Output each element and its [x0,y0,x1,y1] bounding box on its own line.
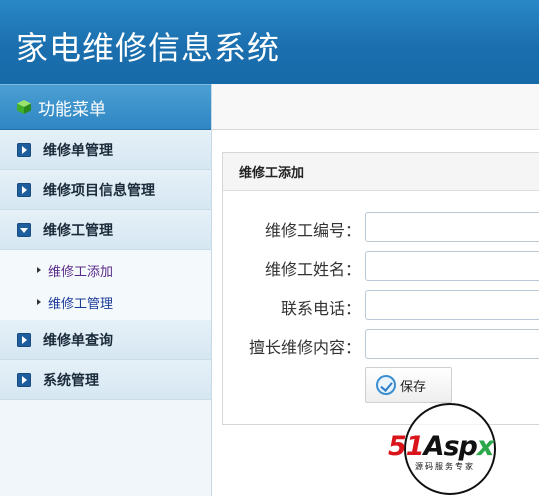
sidebar-item-repair-items[interactable]: 维修项目信息管理 [0,170,211,210]
form-row-phone: 联系电话： [223,290,539,320]
sidebar-item-repair-orders[interactable]: 维修单管理 [0,130,211,170]
field-label: 擅长维修内容： [248,338,361,357]
submenu-item-add-repairman[interactable]: 维修工添加 [0,254,211,286]
bullet-arrow-icon [37,267,41,273]
app-header: 家电维修信息系统 [0,0,539,84]
field-label: 联系电话： [280,299,361,318]
logo-text: 51Aspx [388,431,494,462]
form-row-name: 维修工姓名： [223,251,539,281]
submenu-item-label[interactable]: 维修工添加 [48,261,113,280]
sidebar-item-label: 维修单查询 [43,332,113,349]
sidebar-item-order-query[interactable]: 维修单查询 [0,320,211,360]
sidebar-item-label: 维修项目信息管理 [43,182,155,199]
check-icon [376,375,396,395]
app-title: 家电维修信息系统 [16,29,281,67]
save-button[interactable]: 保存 [365,367,452,403]
menu-header-label: 功能菜单 [38,99,106,120]
save-button-label: 保存 [400,379,427,395]
submenu-item-manage-repairmen[interactable]: 维修工管理 [0,286,211,318]
panel-header: 维修工添加 [223,153,539,191]
bullet-arrow-icon [37,299,41,305]
add-repairman-panel: 维修工添加 维修工编号： 维修工姓名： 联系电话： 擅长维修内容： 保存 [222,152,539,425]
expand-arrow-icon [17,142,31,157]
logo-tagline: 源码服务专家 [415,462,475,471]
form-row-specialty: 擅长维修内容： [223,329,539,359]
expand-arrow-icon [17,332,31,347]
panel-title: 维修工添加 [239,166,305,181]
sidebar-item-label: 维修单管理 [43,142,113,159]
expand-arrow-icon [17,182,31,197]
sidebar-item-repairmen[interactable]: 维修工管理 [0,210,211,250]
form-row-id: 维修工编号： [223,212,539,242]
sidebar-submenu: 维修工添加 维修工管理 [0,250,211,320]
watermark-logo: 51Aspx 源码服务专家 [388,403,513,495]
sidebar: 功能菜单 维修单管理 维修项目信息管理 维修工管理 维修工添加 维修工管理 维修… [0,84,212,496]
cube-icon [16,99,32,115]
expand-arrow-icon [17,372,31,387]
sidebar-item-label: 维修工管理 [43,222,113,239]
field-label: 维修工编号： [264,221,361,240]
repairman-name-input[interactable] [365,251,539,281]
menu-header: 功能菜单 [0,84,211,130]
specialty-input[interactable] [365,329,539,359]
phone-input[interactable] [365,290,539,320]
sidebar-item-label: 系统管理 [43,372,99,389]
collapse-arrow-icon [17,222,31,237]
repairman-id-input[interactable] [365,212,539,242]
field-label: 维修工姓名： [264,260,361,279]
sidebar-item-system[interactable]: 系统管理 [0,360,211,400]
submenu-item-label[interactable]: 维修工管理 [48,293,113,312]
content-topbar [212,84,539,130]
